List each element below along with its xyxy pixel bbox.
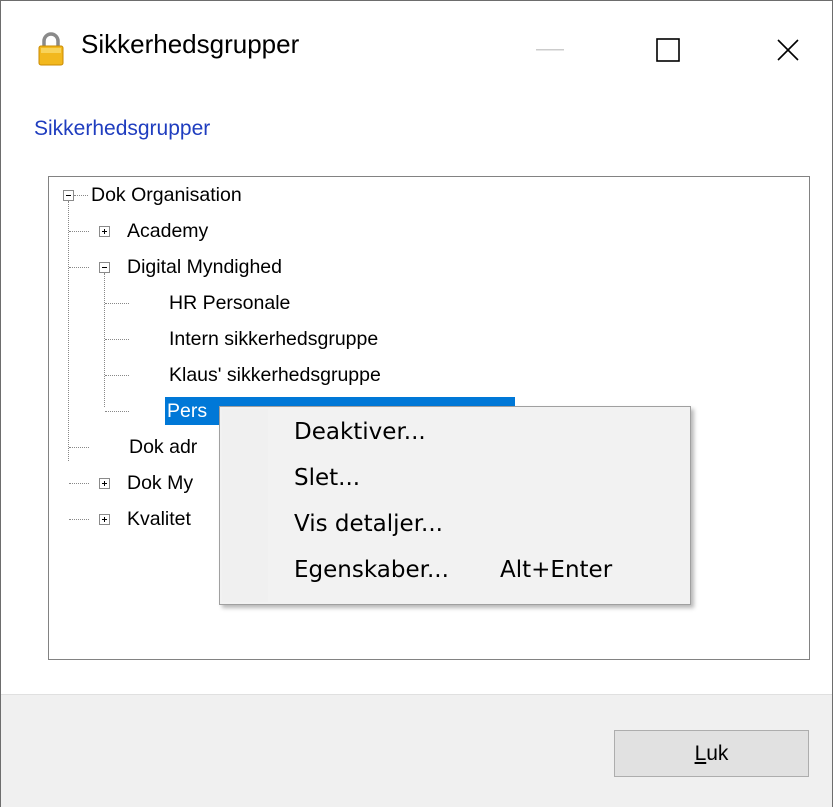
button-mnemonic: L [694, 741, 707, 765]
tree-node[interactable]: Klaus' sikkerhedsgruppe [169, 363, 381, 387]
menu-item-shortcut: Alt+Enter [500, 557, 613, 583]
dialog-footer: Luk [1, 694, 832, 807]
menu-item-delete[interactable]: Slet... [222, 457, 688, 503]
context-menu: Deaktiver... Slet... Vis detaljer... Ege… [219, 406, 691, 605]
window-title: Sikkerhedsgrupper [81, 29, 300, 59]
tree-line [105, 411, 129, 412]
tree-line [105, 339, 129, 340]
tree-node[interactable]: Digital Myndighed [127, 255, 282, 279]
tree-line [104, 273, 105, 407]
tree-line [105, 303, 129, 304]
minimize-button[interactable] [516, 15, 586, 85]
tree-line [69, 519, 89, 520]
tree-node[interactable]: Intern sikkerhedsgruppe [169, 327, 378, 351]
tree-line [74, 195, 88, 196]
maximize-icon [656, 38, 680, 62]
close-button[interactable] [753, 15, 823, 85]
tree-line [69, 231, 89, 232]
menu-item-label: Egenskaber... [294, 557, 449, 583]
tree-line [68, 201, 69, 461]
expand-icon[interactable] [99, 226, 110, 237]
maximize-button[interactable] [633, 15, 703, 85]
menu-item-label: Slet... [294, 465, 361, 491]
minimize-icon [536, 49, 564, 51]
tree-node[interactable]: Dok adr [129, 435, 197, 459]
tree-line [69, 447, 89, 448]
close-icon [777, 39, 799, 61]
title-bar[interactable]: Sikkerhedsgrupper [1, 1, 832, 98]
expand-icon[interactable] [99, 478, 110, 489]
tree-node[interactable]: HR Personale [169, 291, 290, 315]
tree-line [69, 267, 89, 268]
tree-node[interactable]: Dok My [127, 471, 193, 495]
tree-line [69, 483, 89, 484]
menu-item-deactivate[interactable]: Deaktiver... [222, 411, 688, 457]
button-label-rest: uk [706, 741, 729, 765]
expand-icon[interactable] [99, 514, 110, 525]
close-dialog-button[interactable]: Luk [614, 730, 809, 777]
tree-line [105, 375, 129, 376]
lock-icon [38, 32, 64, 66]
page-heading: Sikkerhedsgrupper [34, 117, 211, 140]
menu-item-label: Vis detaljer... [294, 511, 443, 537]
menu-item-label: Deaktiver... [294, 419, 426, 445]
collapse-icon[interactable] [63, 190, 74, 201]
tree-node[interactable]: Kvalitet [127, 507, 191, 531]
tree-node-root[interactable]: Dok Organisation [91, 183, 242, 207]
menu-item-properties[interactable]: Egenskaber... Alt+Enter [222, 549, 688, 595]
tree-node-selected-label: Pers [167, 400, 208, 422]
collapse-icon[interactable] [99, 262, 110, 273]
menu-item-show-details[interactable]: Vis detaljer... [222, 503, 688, 549]
security-groups-dialog: Sikkerhedsgrupper Sikkerhedsgrupper Dok … [0, 0, 833, 807]
tree-node[interactable]: Academy [127, 219, 208, 243]
